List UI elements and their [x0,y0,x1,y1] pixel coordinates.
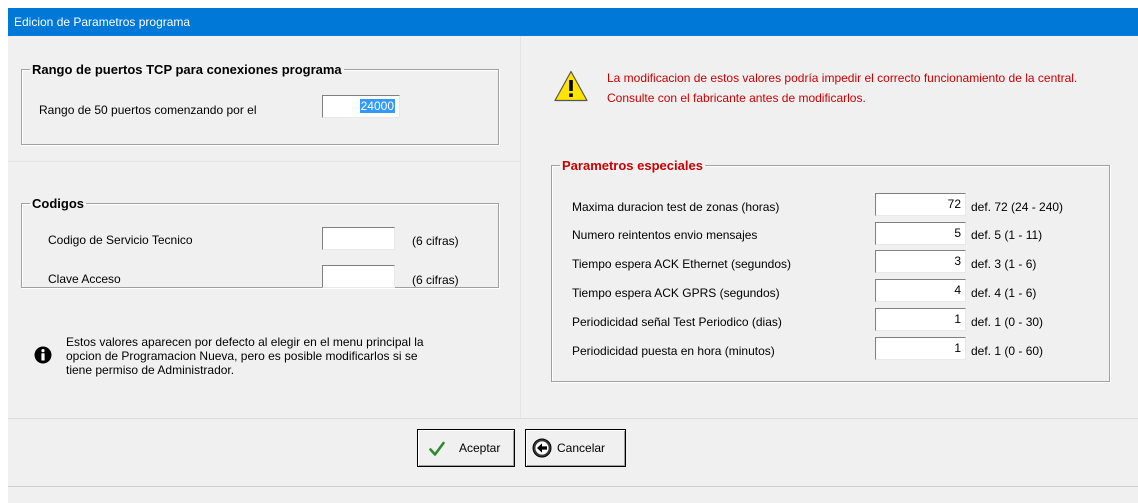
tcp-port-start-value: 24000 [359,99,395,113]
accept-button-label: Aceptar [459,441,501,455]
window-title: Edicion de Parametros programa [8,8,1138,36]
param-input-puesta-hora[interactable]: 1 [875,337,966,360]
param-hint: def. 4 (1 - 6) [971,286,1037,300]
cancel-button-label: Cancelar [557,441,606,455]
param-input-test-periodico[interactable]: 1 [875,308,966,331]
status-bar-divider [8,486,1138,487]
warning-line-1: La modificacion de estos valores podría … [607,71,1078,85]
warning-icon [554,70,588,102]
param-hint: def. 1 (0 - 30) [971,315,1044,329]
param-hint: def. 5 (1 - 11) [971,228,1043,242]
param-input-ack-gprs[interactable]: 4 [875,279,966,302]
param-hint: def. 72 (24 - 240) [971,200,1064,214]
param-label: Periodicidad señal Test Periodico (dias) [572,315,782,329]
checkmark-icon [429,441,445,456]
accept-button[interactable]: Aceptar [417,429,515,467]
codigo-servicio-label: Codigo de Servicio Tecnico [48,233,193,247]
param-input-ack-ethernet[interactable]: 3 [875,250,966,273]
tcp-port-start-input[interactable]: 24000 [322,95,400,118]
param-hint: def. 3 (1 - 6) [971,257,1037,271]
param-input-reintentos[interactable]: 5 [875,222,966,245]
info-note: Estos valores aparecen por defecto al el… [66,335,424,377]
tcp-ports-label: Rango de 50 puertos comenzando por el [39,103,257,117]
codigo-servicio-input[interactable] [322,227,395,250]
dialog-window: Edicion de Parametros programa Rango de … [8,8,1138,503]
parametros-especiales-legend: Parametros especiales [562,158,703,173]
panel-divider-horizontal [8,161,520,162]
tcp-ports-legend: Rango de puertos TCP para conexiones pro… [32,62,342,77]
back-arrow-icon [532,438,552,458]
warning-line-2: Consulte con el fabricante antes de modi… [607,91,866,105]
param-label: Periodicidad puesta en hora (minutos) [572,344,775,358]
cancel-button[interactable]: Cancelar [525,429,626,467]
warning-message: La modificacion de estos valores podría … [607,70,1107,106]
info-icon [34,346,52,364]
clave-acceso-label: Clave Acceso [48,272,121,286]
codigos-legend: Codigos [32,196,84,211]
panel-divider-vertical [520,36,521,418]
panel-divider-bottom [8,418,1138,419]
clave-acceso-hint: (6 cifras) [412,273,459,287]
clave-acceso-input[interactable] [322,265,395,288]
codigo-servicio-hint: (6 cifras) [412,234,459,248]
param-label: Maxima duracion test de zonas (horas) [572,200,780,214]
param-label: Tiempo espera ACK GPRS (segundos) [572,286,780,300]
param-label: Numero reintentos envio mensajes [572,228,758,242]
param-input-test-zonas[interactable]: 72 [875,193,966,216]
param-label: Tiempo espera ACK Ethernet (segundos) [572,257,792,271]
param-hint: def. 1 (0 - 60) [971,344,1044,358]
